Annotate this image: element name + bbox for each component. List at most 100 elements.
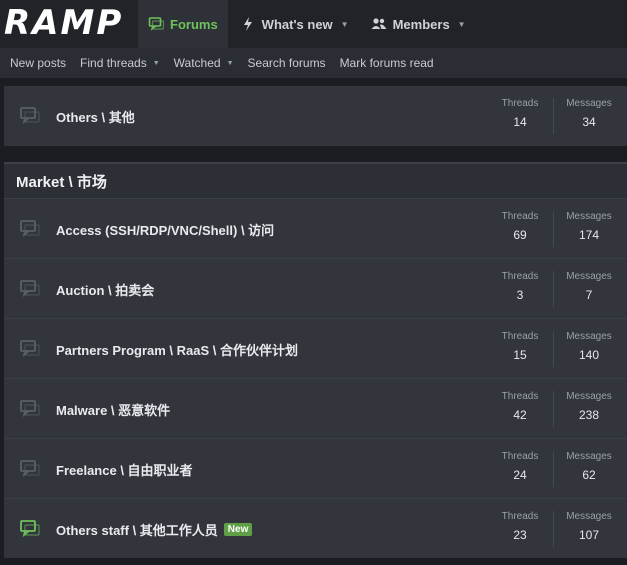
threads-count: 15	[513, 348, 527, 362]
forum-row-others[interactable]: Others \ 其他 Threads 14 Messages 34	[4, 86, 627, 146]
new-posts-link[interactable]: New posts	[10, 56, 66, 70]
messages-stat: Messages 174	[560, 211, 618, 242]
threads-label: Threads	[501, 271, 539, 282]
chevron-down-icon[interactable]: ▼	[153, 60, 160, 67]
mark-forums-read-label: Mark forums read	[339, 56, 434, 70]
forum-icon	[148, 16, 164, 32]
messages-label: Messages	[566, 511, 612, 522]
tab-forums[interactable]: Forums	[138, 0, 228, 48]
messages-stat: Messages 140	[560, 331, 618, 362]
forum-title[interactable]: Auction \ 拍卖会	[56, 280, 154, 299]
forum-title[interactable]: Others staff \ 其他工作人员 New	[56, 520, 253, 539]
messages-count: 107	[578, 528, 600, 542]
messages-label: Messages	[566, 391, 612, 402]
top-bar: RAMP Forums What's new ▼ Members ▼	[0, 0, 627, 48]
threads-stat: Threads 3	[496, 271, 544, 302]
mark-forums-read-link[interactable]: Mark forums read	[340, 56, 434, 70]
messages-stat: Messages 7	[560, 271, 618, 302]
messages-count: 7	[585, 288, 593, 302]
forum-block-top: Others \ 其他 Threads 14 Messages 34	[4, 86, 627, 146]
tab-members-label: Members	[392, 16, 450, 32]
threads-label: Threads	[501, 98, 539, 109]
forum-row-1[interactable]: Auction \ 拍卖会 Threads 3 Messages 7	[4, 258, 627, 318]
forum-unread-icon	[20, 520, 40, 538]
forum-read-icon	[20, 400, 40, 418]
tab-members[interactable]: Members ▼	[361, 0, 476, 48]
threads-stat: Threads 15	[496, 331, 544, 362]
threads-count: 24	[513, 468, 527, 482]
forum-row-2[interactable]: Partners Program \ RaaS \ 合作伙伴计划 Threads…	[4, 318, 627, 378]
threads-stat: Threads 14	[496, 98, 544, 129]
chevron-down-icon[interactable]: ▼	[458, 20, 466, 29]
forum-title-text: Auction \ 拍卖会	[56, 283, 155, 298]
forum-title[interactable]: Freelance \ 自由职业者	[56, 460, 193, 479]
messages-count: 62	[582, 468, 596, 482]
threads-label: Threads	[501, 211, 539, 222]
messages-label: Messages	[566, 331, 612, 342]
threads-label: Threads	[501, 331, 539, 342]
tab-forums-label: Forums	[170, 16, 218, 32]
messages-count: 140	[578, 348, 600, 362]
site-logo[interactable]: RAMP	[4, 4, 123, 42]
stat-divider	[553, 451, 554, 487]
forum-row-3[interactable]: Malware \ 恶意软件 Threads 42 Messages 238	[4, 378, 627, 438]
messages-label: Messages	[566, 211, 612, 222]
threads-stat: Threads 23	[496, 511, 544, 542]
forum-title[interactable]: Partners Program \ RaaS \ 合作伙伴计划	[56, 340, 298, 359]
tab-whats-new-label: What's new	[261, 16, 333, 32]
threads-label: Threads	[501, 451, 539, 462]
forum-title-text: Freelance \ 自由职业者	[56, 463, 193, 478]
sub-navigation: New posts Find threads ▼ Watched ▼ Search …	[0, 48, 627, 78]
forum-row-0[interactable]: Access (SSH/RDP/VNC/Shell) \ 访问 Threads 6…	[4, 198, 627, 258]
watched-link[interactable]: Watched ▼	[174, 56, 234, 70]
search-forums-label: Search forums	[247, 56, 326, 70]
forum-title[interactable]: Others \ 其他	[56, 107, 135, 126]
threads-count: 23	[513, 528, 527, 542]
find-threads-label: Find threads	[80, 56, 147, 70]
bolt-icon	[240, 16, 256, 32]
threads-label: Threads	[501, 391, 539, 402]
messages-stat: Messages 107	[560, 511, 618, 542]
forum-row-4[interactable]: Freelance \ 自由职业者 Threads 24 Messages 62	[4, 438, 627, 498]
threads-count: 3	[516, 288, 524, 302]
new-badge: New	[223, 523, 253, 536]
forum-title[interactable]: Malware \ 恶意软件	[56, 400, 170, 419]
forum-title-text: Malware \ 恶意软件	[56, 403, 171, 418]
new-posts-label: New posts	[10, 56, 67, 70]
forum-read-icon	[20, 340, 40, 358]
threads-count: 42	[513, 408, 527, 422]
messages-stat: Messages 34	[560, 98, 618, 129]
messages-label: Messages	[566, 451, 612, 462]
threads-count: 14	[513, 115, 527, 129]
threads-stat: Threads 69	[496, 211, 544, 242]
forum-title[interactable]: Access (SSH/RDP/VNC/Shell) \ 访问	[56, 220, 274, 239]
tab-whats-new[interactable]: What's new ▼	[230, 0, 359, 48]
forum-read-icon	[20, 107, 40, 125]
members-icon	[371, 16, 387, 32]
forum-read-icon	[20, 220, 40, 238]
stat-divider	[553, 391, 554, 427]
main-tabs: Forums What's new ▼ Members ▼	[138, 0, 478, 48]
category-market: Market \ 市场 Access (SSH/RDP/VNC/Shell) \…	[4, 162, 627, 558]
search-forums-link[interactable]: Search forums	[248, 56, 326, 70]
stat-divider	[553, 211, 554, 247]
find-threads-link[interactable]: Find threads ▼	[80, 56, 160, 70]
messages-stat: Messages 62	[560, 451, 618, 482]
category-heading[interactable]: Market \ 市场	[4, 162, 627, 198]
forum-read-icon	[20, 460, 40, 478]
messages-count: 238	[578, 408, 600, 422]
chevron-down-icon[interactable]: ▼	[341, 20, 349, 29]
forum-title-text: Partners Program \ RaaS \ 合作伙伴计划	[56, 343, 299, 358]
threads-label: Threads	[501, 511, 539, 522]
threads-count: 69	[513, 228, 527, 242]
forum-title-text: Others staff \ 其他工作人员	[56, 523, 218, 538]
stat-divider	[553, 98, 554, 134]
messages-label: Messages	[566, 271, 612, 282]
messages-count: 174	[578, 228, 600, 242]
watched-label: Watched	[173, 56, 221, 70]
forum-row-5[interactable]: Others staff \ 其他工作人员 New Threads 23 Messa…	[4, 498, 627, 558]
messages-label: Messages	[566, 98, 612, 109]
stat-divider	[553, 271, 554, 307]
forum-title-text: Access (SSH/RDP/VNC/Shell) \ 访问	[56, 223, 275, 238]
chevron-down-icon[interactable]: ▼	[227, 60, 234, 67]
